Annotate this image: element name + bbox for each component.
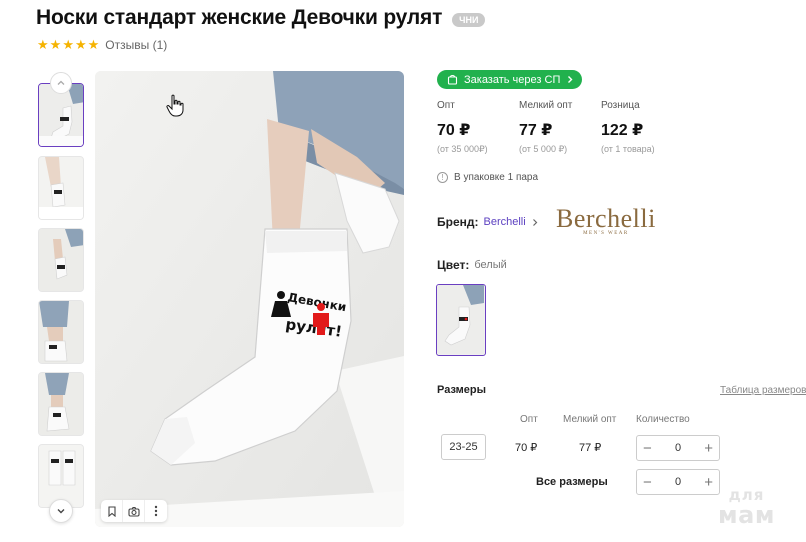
price-label: Розница: [601, 100, 640, 111]
more-vertical-icon: [154, 505, 158, 517]
size-chip[interactable]: 23-25: [441, 434, 486, 460]
brand-row: Бренд: Berchelli: [437, 215, 539, 229]
size-header-opt: Опт: [520, 414, 538, 425]
price-condition: (от 5 000 ₽): [519, 144, 568, 154]
reviews-link[interactable]: Отзывы (1): [105, 38, 167, 52]
size-header-qty: Количество: [636, 414, 690, 425]
thumbnail-image: [39, 373, 83, 435]
chevron-up-icon: [57, 80, 65, 85]
increment-button[interactable]: +: [704, 475, 713, 490]
price-retail: Розница 122 ₽ (от 1 товара): [601, 100, 683, 155]
all-sizes-label: Все размеры: [536, 476, 608, 488]
hand-cursor-icon: [166, 94, 184, 117]
thumbnail-image: [39, 229, 83, 291]
watermark-line2: мам: [718, 501, 775, 529]
price-condition: (от 1 товара): [601, 144, 655, 154]
quantity-value[interactable]: 0: [675, 476, 681, 488]
more-options-button[interactable]: [145, 500, 167, 522]
star-icon: ★: [37, 37, 49, 52]
star-icon: ★: [87, 37, 100, 52]
info-icon: !: [437, 172, 448, 183]
price-small-wholesale: Мелкий опт 77 ₽ (от 5 000 ₽): [519, 100, 601, 155]
order-via-sp-button[interactable]: Заказать через СП: [437, 70, 583, 89]
color-value: белый: [474, 259, 507, 271]
price-value: 77 ₽: [519, 122, 553, 139]
thumbnail-image: [39, 157, 83, 219]
color-swatch-image: [437, 285, 484, 354]
bookmark-button[interactable]: [101, 500, 123, 522]
increment-button[interactable]: +: [704, 441, 713, 456]
size-table-link[interactable]: Таблица размеров: [720, 385, 806, 396]
chevron-right-icon: [532, 218, 538, 226]
supplier-badge[interactable]: ЧНИ: [452, 12, 486, 27]
bookmark-icon: [107, 505, 116, 517]
brand-logo[interactable]: Berchelli MEN'S WEAR: [556, 204, 656, 237]
thumbs-down-button[interactable]: [49, 499, 73, 523]
all-sizes-stepper: − 0 +: [636, 469, 720, 495]
product-photo: Девочки рулят!: [95, 71, 404, 527]
color-label: Цвет:: [437, 258, 470, 272]
price-label: Опт: [437, 100, 455, 111]
order-button-label: Заказать через СП: [464, 73, 561, 86]
thumbnail-image: [39, 301, 83, 363]
sizes-label: Размеры: [437, 384, 487, 396]
brand-logo-text: Berchelli: [556, 204, 656, 233]
star-icon: ★: [62, 37, 74, 52]
price-condition: (от 35 000₽): [437, 144, 488, 154]
price-wholesale: Опт 70 ₽ (от 35 000₽): [437, 100, 519, 155]
image-toolbar: [101, 500, 167, 522]
title-row: Носки стандарт женские Девочки рулят ЧНИ: [36, 6, 486, 30]
color-row: Цвет: белый: [437, 258, 507, 272]
price-label: Мелкий опт: [519, 100, 573, 111]
size-header-small-opt: Мелкий опт: [563, 414, 617, 425]
thumbnail-4[interactable]: [38, 300, 84, 364]
price-block: Опт 70 ₽ (от 35 000₽) Мелкий опт 77 ₽ (о…: [437, 100, 683, 155]
decrement-button[interactable]: −: [643, 441, 652, 456]
watermark-logo: для мам: [718, 488, 775, 529]
camera-button[interactable]: [123, 500, 145, 522]
decrement-button[interactable]: −: [643, 475, 652, 490]
thumbnail-3[interactable]: [38, 228, 84, 292]
star-icon: ★: [74, 37, 87, 52]
rating-stars: ★ ★ ★ ★ ★: [37, 38, 99, 52]
quantity-stepper: − 0 +: [636, 435, 720, 461]
camera-icon: [127, 506, 140, 517]
chevron-right-icon: [568, 76, 573, 83]
brand-label: Бренд:: [437, 215, 479, 229]
price-value: 122 ₽: [601, 122, 644, 139]
star-icon: ★: [49, 37, 62, 52]
pack-note: ! В упаковке 1 пара: [437, 172, 538, 183]
brand-link[interactable]: Berchelli: [484, 216, 526, 228]
product-title: Носки стандарт женские Девочки рулят: [36, 6, 443, 29]
thumbnail-5[interactable]: [38, 372, 84, 436]
main-product-image[interactable]: Девочки рулят!: [95, 71, 404, 527]
thumbnail-2[interactable]: [38, 156, 84, 220]
thumbs-up-button[interactable]: [50, 72, 72, 94]
quantity-value[interactable]: 0: [675, 442, 681, 454]
color-swatch-white[interactable]: [436, 284, 486, 356]
size-price-opt: 70 ₽: [515, 442, 538, 454]
chevron-down-icon: [57, 509, 65, 514]
bag-icon: [447, 74, 458, 85]
pack-note-text: В упаковке 1 пара: [454, 172, 539, 183]
price-value: 70 ₽: [437, 122, 471, 139]
size-price-small-opt: 77 ₽: [579, 442, 602, 454]
rating-row: ★ ★ ★ ★ ★ Отзывы (1): [37, 38, 167, 53]
